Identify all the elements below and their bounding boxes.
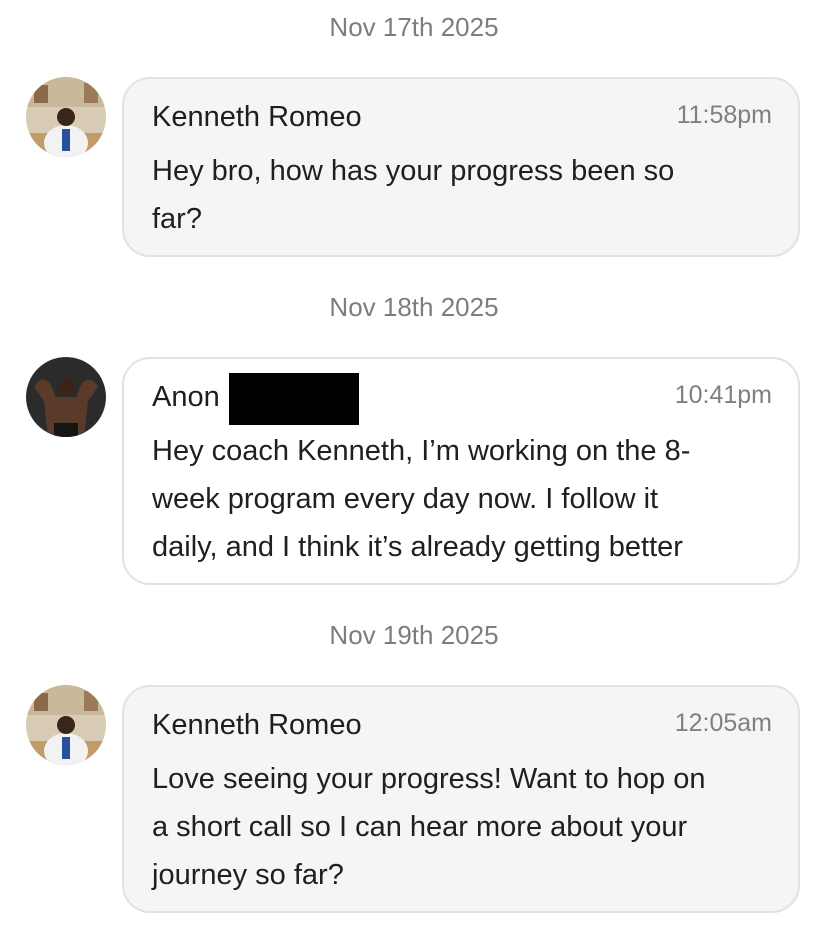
- message-time: 10:41pm: [674, 381, 772, 409]
- date-separator: Nov 18th 2025: [329, 292, 499, 322]
- sender-name[interactable]: Kenneth Romeo: [152, 101, 362, 134]
- coach-avatar[interactable]: [26, 77, 106, 157]
- coach-photo-icon: [26, 77, 106, 157]
- message-bubble[interactable]: Kenneth Romeo 11:58pm Hey bro, how has y…: [122, 77, 800, 257]
- message-bubble[interactable]: Anon 10:41pm Hey coach Kenneth, I’m work…: [122, 357, 800, 585]
- message-text: Hey bro, how has your progress been so f…: [152, 155, 675, 235]
- message-time: 11:58pm: [676, 101, 772, 129]
- message-time: 12:05am: [674, 709, 772, 737]
- sender-name[interactable]: Kenneth Romeo: [152, 709, 362, 742]
- date-separator: Nov 17th 2025: [329, 12, 499, 42]
- coach-photo-icon: [26, 685, 106, 765]
- message-text: Love seeing your progress! Want to hop o…: [152, 763, 706, 891]
- date-separator: Nov 19th 2025: [329, 620, 499, 650]
- coach-avatar[interactable]: [26, 685, 106, 765]
- user-photo-icon: [26, 357, 106, 437]
- message-text: Hey coach Kenneth, I’m working on the 8-…: [152, 435, 691, 563]
- user-avatar[interactable]: [26, 357, 106, 437]
- message-bubble[interactable]: Kenneth Romeo 12:05am Love seeing your p…: [122, 685, 800, 913]
- redaction-bar: [229, 373, 359, 425]
- sender-name[interactable]: Anon: [152, 381, 220, 414]
